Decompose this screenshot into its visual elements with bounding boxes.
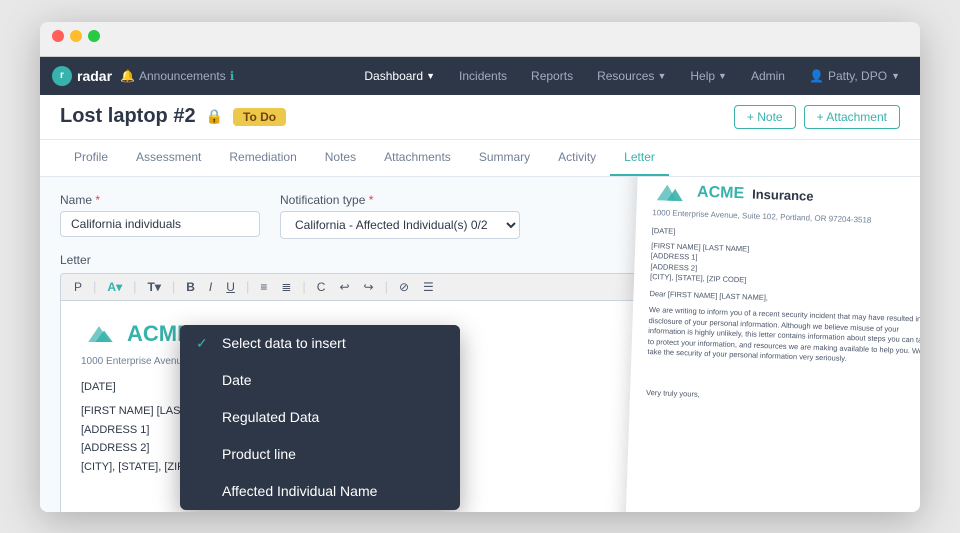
toolbar-text-t[interactable]: T▾ <box>143 278 166 296</box>
user-menu[interactable]: 👤 Patty, DPO ▼ <box>801 65 908 87</box>
attachment-button[interactable]: + Attachment <box>804 105 900 129</box>
tab-notes[interactable]: Notes <box>311 140 370 176</box>
check-icon: ✓ <box>196 335 212 352</box>
window-minimize-dot[interactable] <box>70 30 82 42</box>
nav-resources[interactable]: Resources ▼ <box>589 65 674 87</box>
help-chevron: ▼ <box>718 71 727 81</box>
dropdown-item-0-label: Select data to insert <box>222 335 346 351</box>
tab-assessment[interactable]: Assessment <box>122 140 215 176</box>
admin-label: Admin <box>751 69 785 83</box>
info-icon: ℹ <box>230 69 235 83</box>
toolbar-sep4: | <box>246 279 249 294</box>
toolbar-code[interactable]: C <box>312 278 331 296</box>
content-area: Name * Notification type * California - … <box>40 177 920 512</box>
dropdown-item-1-label: Date <box>222 372 252 388</box>
page-header: Lost laptop #2 🔒 To Do + Note + Attachme… <box>40 95 920 140</box>
tab-summary[interactable]: Summary <box>465 140 544 176</box>
preview-body: [DATE] [FIRST NAME] [LAST NAME] [ADDRESS… <box>646 226 920 408</box>
notification-label: Notification type * <box>280 193 520 207</box>
user-chevron: ▼ <box>891 71 900 81</box>
preview-mountain-icon <box>653 178 690 205</box>
announcements-link[interactable]: 🔔 Announcements ℹ <box>120 69 234 83</box>
toolbar-undo[interactable]: ↩ <box>334 278 354 296</box>
resources-label: Resources <box>597 69 654 83</box>
toolbar-align[interactable]: ☰ <box>418 278 439 296</box>
tab-attachments[interactable]: Attachments <box>370 140 465 176</box>
toolbar-olist[interactable]: ≣ <box>276 278 296 296</box>
toolbar-bold[interactable]: B <box>181 278 200 296</box>
name-label-text: Name <box>60 193 92 207</box>
tab-profile[interactable]: Profile <box>60 140 122 176</box>
bell-icon: 🔔 <box>120 69 135 83</box>
logo: r radar <box>52 66 112 86</box>
announcements-label: Announcements <box>139 69 226 83</box>
toolbar-ulist[interactable]: ≡ <box>255 278 272 296</box>
preview-panel: ACME Insurance 1000 Enterprise Avenue, S… <box>622 177 920 512</box>
tab-letter[interactable]: Letter <box>610 140 669 176</box>
nav-admin[interactable]: Admin <box>743 65 793 87</box>
username: Patty, DPO <box>828 69 887 83</box>
page-title: Lost laptop #2 <box>60 105 196 128</box>
tab-activity[interactable]: Activity <box>544 140 610 176</box>
dropdown-item-individual[interactable]: ✓ Affected Individual Name <box>180 473 460 510</box>
window-close-dot[interactable] <box>52 30 64 42</box>
insert-data-dropdown[interactable]: ✓ Select data to insert ✓ Date ✓ Regulat… <box>180 325 460 510</box>
preview-body1: We are writing to inform you of a recent… <box>647 305 920 368</box>
toolbar-underline[interactable]: U <box>221 278 240 296</box>
dashboard-label: Dashboard <box>364 69 423 83</box>
name-input[interactable] <box>60 211 260 237</box>
tabs: Profile Assessment Remediation Notes Att… <box>40 140 920 177</box>
user-icon: 👤 <box>809 69 824 83</box>
toolbar-sep2: | <box>133 279 136 294</box>
reports-label: Reports <box>531 69 573 83</box>
incidents-label: Incidents <box>459 69 507 83</box>
lock-icon: 🔒 <box>206 108 223 125</box>
toolbar-font-a[interactable]: A▾ <box>102 278 127 296</box>
resources-chevron: ▼ <box>657 71 666 81</box>
name-label: Name * <box>60 193 260 207</box>
toolbar-italic[interactable]: I <box>204 278 217 296</box>
preview-closing: Very truly yours, <box>646 387 920 408</box>
nav-dashboard[interactable]: Dashboard ▼ <box>356 65 443 87</box>
preview-insurance-label: Insurance <box>752 185 814 205</box>
dropdown-item-regulated[interactable]: ✓ Regulated Data <box>180 399 460 436</box>
top-nav: r radar 🔔 Announcements ℹ Dashboard ▼ In… <box>40 57 920 95</box>
notification-label-text: Notification type <box>280 193 365 207</box>
toolbar-p[interactable]: P <box>69 278 87 296</box>
preview-company-name: ACME <box>697 181 745 205</box>
dropdown-item-date[interactable]: ✓ Date <box>180 362 460 399</box>
name-required: * <box>95 193 100 207</box>
logo-text: radar <box>77 68 112 84</box>
dropdown-item-3-label: Product line <box>222 446 296 462</box>
nav-help[interactable]: Help ▼ <box>682 65 735 87</box>
dashboard-chevron: ▼ <box>426 71 435 81</box>
toolbar-redo[interactable]: ↪ <box>359 278 379 296</box>
toolbar-sep3: | <box>172 279 175 294</box>
company-mountain-icon <box>81 320 117 346</box>
dropdown-item-2-label: Regulated Data <box>222 409 319 425</box>
dropdown-item-select[interactable]: ✓ Select data to insert <box>180 325 460 362</box>
tab-remediation[interactable]: Remediation <box>215 140 310 176</box>
window-maximize-dot[interactable] <box>88 30 100 42</box>
toolbar-sep1: | <box>93 279 96 294</box>
note-button[interactable]: + Note <box>734 105 796 129</box>
dropdown-item-product[interactable]: ✓ Product line <box>180 436 460 473</box>
notification-type-group: Notification type * California - Affecte… <box>280 193 520 239</box>
logo-icon: r <box>52 66 72 86</box>
toolbar-sep6: | <box>385 279 388 294</box>
notification-required: * <box>369 193 374 207</box>
dropdown-item-4-label: Affected Individual Name <box>222 483 377 499</box>
name-field-group: Name * <box>60 193 260 239</box>
header-actions: + Note + Attachment <box>734 105 900 129</box>
help-label: Help <box>690 69 715 83</box>
notification-select[interactable]: California - Affected Individual(s) 0/2 <box>280 211 520 239</box>
toolbar-no-link[interactable]: ⊘ <box>394 278 414 296</box>
toolbar-sep5: | <box>302 279 305 294</box>
status-badge[interactable]: To Do <box>233 108 286 126</box>
nav-incidents[interactable]: Incidents <box>451 65 515 87</box>
nav-reports[interactable]: Reports <box>523 65 581 87</box>
